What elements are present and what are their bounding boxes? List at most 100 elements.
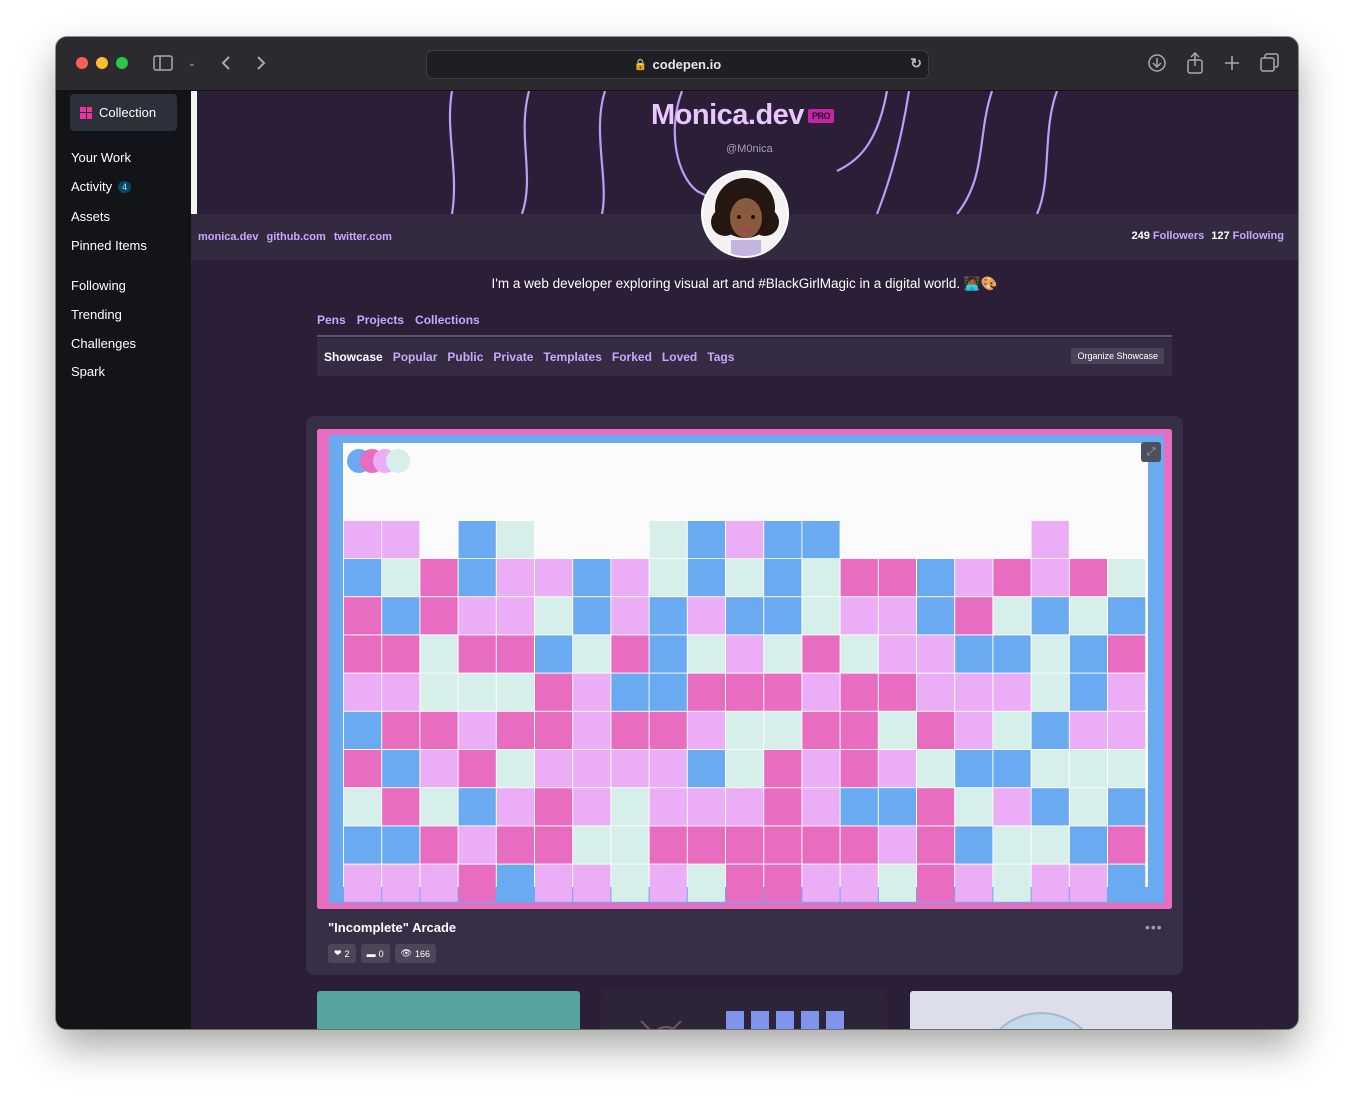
tab-showcase[interactable]: Showcase: [324, 350, 383, 364]
arcade-tile: [1069, 750, 1107, 788]
share-icon[interactable]: [1183, 51, 1207, 75]
arcade-tile: [1031, 788, 1069, 826]
arcade-tile: [955, 788, 993, 826]
download-icon[interactable]: [1145, 51, 1169, 75]
arcade-tile: [344, 711, 382, 749]
chevron-down-icon[interactable]: ⌄: [180, 51, 204, 75]
comment-button[interactable]: ▬ 0: [360, 944, 390, 963]
tab-tags[interactable]: Tags: [707, 350, 734, 364]
arcade-tile: [611, 864, 649, 902]
back-arrow-icon[interactable]: [214, 51, 238, 75]
arcade-tile: [1031, 635, 1069, 673]
tab-loved[interactable]: Loved: [662, 350, 697, 364]
arcade-tile: [687, 597, 725, 635]
pen-thumbnail-1[interactable]: [317, 991, 580, 1029]
arcade-tile: [955, 711, 993, 749]
arcade-grid-art: [317, 429, 1172, 909]
arcade-tile: [458, 711, 496, 749]
pen-thumbnail-3[interactable]: [910, 991, 1172, 1029]
avatar[interactable]: [701, 170, 789, 258]
arcade-tile: [993, 673, 1031, 711]
arcade-tile: [917, 559, 955, 597]
followers-link[interactable]: 249 Followers: [1131, 230, 1204, 242]
arcade-tile: [993, 597, 1031, 635]
reload-icon[interactable]: ↻: [910, 55, 922, 72]
tab-projects[interactable]: Projects: [357, 313, 404, 335]
profile-bio: I'm a web developer exploring visual art…: [491, 276, 998, 291]
tab-forked[interactable]: Forked: [612, 350, 652, 364]
palette-dot: [386, 449, 410, 473]
tab-public[interactable]: Public: [447, 350, 483, 364]
tab-overview-icon[interactable]: [1258, 51, 1282, 75]
pen-title[interactable]: "Incomplete" Arcade: [328, 920, 456, 935]
arcade-tile: [1031, 750, 1069, 788]
arcade-tile: [726, 711, 764, 749]
arcade-tile: [993, 711, 1031, 749]
arcade-tile: [535, 826, 573, 864]
zoom-window-button[interactable]: [116, 57, 128, 69]
sidebar-item-trending[interactable]: Trending: [71, 307, 122, 322]
arcade-tile: [573, 864, 611, 902]
arcade-tile: [344, 826, 382, 864]
arcade-tile: [917, 635, 955, 673]
sidebar-item-pinned-items[interactable]: Pinned Items: [71, 238, 147, 253]
secondary-tabs: Showcase Popular Public Private Template…: [317, 338, 1172, 376]
arcade-tile: [458, 521, 496, 559]
sidebar-item-your-work[interactable]: Your Work: [71, 150, 131, 165]
arcade-tile: [726, 788, 764, 826]
eye-icon: 👁: [400, 948, 413, 958]
arcade-tile: [344, 750, 382, 788]
tab-pens[interactable]: Pens: [317, 313, 346, 335]
tab-private[interactable]: Private: [493, 350, 533, 364]
arcade-tile: [993, 826, 1031, 864]
link-github[interactable]: github.com: [267, 231, 326, 243]
following-link[interactable]: 127 Following: [1211, 230, 1284, 242]
arcade-tile: [955, 597, 993, 635]
sidebar-toggle-icon[interactable]: [151, 51, 175, 75]
organize-showcase-button[interactable]: Organize Showcase: [1071, 348, 1164, 364]
tab-collections[interactable]: Collections: [415, 313, 480, 335]
arcade-tile: [382, 559, 420, 597]
arcade-tile: [382, 864, 420, 902]
expand-icon[interactable]: ⤢: [1141, 442, 1161, 462]
tab-templates[interactable]: Templates: [543, 350, 601, 364]
arcade-tile: [344, 597, 382, 635]
arcade-tile: [878, 826, 916, 864]
arcade-tile: [917, 597, 955, 635]
new-tab-icon[interactable]: [1220, 51, 1244, 75]
forward-arrow-icon[interactable]: [249, 51, 273, 75]
pen-preview[interactable]: [317, 429, 1172, 909]
profile-name: Monica.dev PRO: [651, 99, 834, 132]
arcade-tile: [458, 635, 496, 673]
tab-popular[interactable]: Popular: [393, 350, 438, 364]
arcade-tile: [764, 635, 802, 673]
more-options-icon[interactable]: •••: [1145, 919, 1163, 935]
arcade-tile: [764, 750, 802, 788]
minimize-window-button[interactable]: [96, 57, 108, 69]
like-button[interactable]: ❤ 2: [328, 944, 356, 963]
arcade-tile: [1108, 559, 1146, 597]
close-window-button[interactable]: [76, 57, 88, 69]
arcade-tile: [535, 559, 573, 597]
arcade-tile: [1031, 673, 1069, 711]
sidebar-item-following[interactable]: Following: [71, 278, 126, 293]
sidebar-item-spark[interactable]: Spark: [71, 364, 105, 379]
profile-name-text: Monica.dev: [651, 99, 804, 131]
address-bar[interactable]: 🔒 codepen.io ↻: [426, 50, 929, 79]
arcade-tile: [420, 559, 458, 597]
arcade-tile: [840, 635, 878, 673]
sidebar-item-challenges[interactable]: Challenges: [71, 336, 136, 351]
pen-thumbnail-2[interactable]: *: [601, 991, 887, 1029]
sidebar-item-activity[interactable]: Activity 4: [71, 179, 132, 194]
views-stat: 👁 166: [394, 944, 437, 963]
comment-icon: ▬: [366, 948, 376, 959]
browser-window: ⌄ 🔒 codepen.io ↻ Collection Your Work Ac…: [56, 37, 1298, 1029]
arcade-tile: [1031, 864, 1069, 902]
followers-count: 249: [1131, 230, 1150, 242]
arcade-tile: [496, 711, 534, 749]
link-monica-dev[interactable]: monica.dev: [198, 231, 259, 243]
link-twitter[interactable]: twitter.com: [334, 231, 392, 243]
sidebar-item-assets[interactable]: Assets: [71, 209, 110, 224]
collection-button[interactable]: Collection: [70, 94, 177, 131]
pen-stats: ❤ 2 ▬ 0 👁 166: [328, 944, 437, 963]
